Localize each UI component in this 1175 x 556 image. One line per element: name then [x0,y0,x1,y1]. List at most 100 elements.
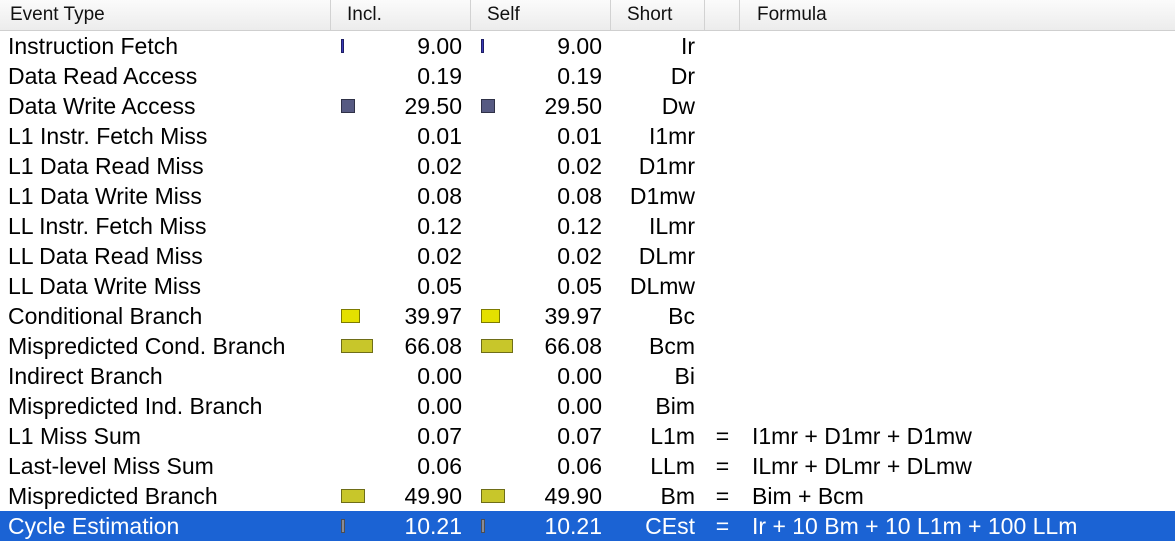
self-value: 0.05 [557,273,602,299]
event-type-name: L1 Instr. Fetch Miss [8,123,208,149]
self-value: 0.02 [557,243,602,269]
table-row[interactable]: Cycle Estimation 10.21 10.21 CEst = Ir + 10 B… [0,511,1175,541]
equals-sign [705,31,740,61]
short-name: L1m [650,423,695,449]
incl-value: 29.50 [404,93,462,119]
table-row[interactable]: Mispredicted Cond. Branch 66.08 66.08 Bcm [0,331,1175,361]
column-header-equals[interactable] [705,0,740,30]
event-type-name: LL Data Read Miss [8,243,203,269]
short-name: Bim [655,393,695,419]
incl-value: 49.90 [404,483,462,509]
table-row[interactable]: Mispredicted Branch 49.90 49.90 Bm = Bim + Bc… [0,481,1175,511]
incl-value: 0.19 [417,63,462,89]
event-type-name: Conditional Branch [8,303,203,329]
event-type-name: Data Read Access [8,63,198,89]
equals-sign [705,301,740,331]
equals-sign: = [715,513,730,539]
self-value: 66.08 [544,333,602,359]
table-row[interactable]: Indirect Branch 0.00 0.00 Bi [0,361,1175,391]
cost-bar [341,519,345,533]
self-value: 0.08 [557,183,602,209]
short-name: D1mw [629,183,695,209]
incl-value: 0.00 [417,393,462,419]
cost-bar [481,519,485,533]
equals-sign [705,151,740,181]
event-type-name: LL Instr. Fetch Miss [8,213,207,239]
incl-value: 0.02 [417,243,462,269]
cost-bar [481,99,495,113]
event-type-table: Event Type Incl. Self Short Formula Inst… [0,0,1175,556]
table-row[interactable]: Data Read Access 0.19 0.19 Dr [0,61,1175,91]
equals-sign [705,181,740,211]
table-header: Event Type Incl. Self Short Formula [0,0,1175,31]
incl-value: 39.97 [404,303,462,329]
self-value: 10.21 [544,513,602,539]
short-name: Dr [670,63,695,89]
equals-sign [705,121,740,151]
table-row[interactable]: L1 Data Read Miss 0.02 0.02 D1mr [0,151,1175,181]
incl-value: 0.05 [417,273,462,299]
table-body: Instruction Fetch 9.00 9.00 Ir Data Read Acc… [0,31,1175,541]
event-type-name: Cycle Estimation [8,513,180,539]
cost-bar [481,339,513,353]
equals-sign: = [715,423,730,449]
column-header-event-type[interactable]: Event Type [0,0,331,30]
self-value: 0.02 [557,153,602,179]
self-value: 9.00 [557,33,602,59]
event-type-name: Last-level Miss Sum [8,453,214,479]
incl-value: 0.00 [417,363,462,389]
incl-value: 66.08 [404,333,462,359]
equals-sign [705,331,740,361]
short-name: I1mr [649,123,695,149]
table-row[interactable]: Instruction Fetch 9.00 9.00 Ir [0,31,1175,61]
event-type-name: Mispredicted Ind. Branch [8,393,263,419]
formula-text: ILmr + DLmr + DLmw [752,453,972,479]
event-type-name: L1 Data Write Miss [8,183,202,209]
table-row[interactable]: L1 Miss Sum 0.07 0.07 L1m = I1mr + D1mr + D1m… [0,421,1175,451]
equals-sign [705,361,740,391]
equals-sign [705,241,740,271]
equals-sign [705,271,740,301]
column-header-short[interactable]: Short [611,0,705,30]
equals-sign: = [715,483,730,509]
short-name: Bc [668,303,695,329]
cost-bar [341,99,355,113]
cost-bar [341,489,365,503]
formula-text: Bim + Bcm [752,483,864,509]
incl-value: 0.12 [417,213,462,239]
event-type-name: Indirect Branch [8,363,163,389]
table-row[interactable]: Conditional Branch 39.97 39.97 Bc [0,301,1175,331]
incl-value: 0.01 [417,123,462,149]
formula-text: I1mr + D1mr + D1mw [752,423,972,449]
column-header-incl[interactable]: Incl. [331,0,471,30]
cost-bar [481,309,500,323]
incl-value: 0.08 [417,183,462,209]
self-value: 0.00 [557,363,602,389]
equals-sign [705,391,740,421]
table-row[interactable]: LL Instr. Fetch Miss 0.12 0.12 ILmr [0,211,1175,241]
self-value: 49.90 [544,483,602,509]
self-value: 29.50 [544,93,602,119]
table-row[interactable]: L1 Data Write Miss 0.08 0.08 D1mw [0,181,1175,211]
self-value: 0.19 [557,63,602,89]
event-type-name: Data Write Access [8,93,196,119]
self-value: 0.07 [557,423,602,449]
table-row[interactable]: Mispredicted Ind. Branch 0.00 0.00 Bim [0,391,1175,421]
event-type-name: L1 Data Read Miss [8,153,204,179]
self-value: 39.97 [544,303,602,329]
table-row[interactable]: LL Data Write Miss 0.05 0.05 DLmw [0,271,1175,301]
self-value: 0.06 [557,453,602,479]
short-name: Bm [660,483,696,509]
incl-value: 0.07 [417,423,462,449]
table-row[interactable]: Last-level Miss Sum 0.06 0.06 LLm = ILmr + DL… [0,451,1175,481]
column-header-formula[interactable]: Formula [740,0,1175,30]
self-value: 0.12 [557,213,602,239]
cost-bar [341,339,373,353]
table-row[interactable]: Data Write Access 29.50 29.50 Dw [0,91,1175,121]
equals-sign [705,211,740,241]
table-row[interactable]: LL Data Read Miss 0.02 0.02 DLmr [0,241,1175,271]
short-name: Ir [680,33,695,59]
table-row[interactable]: L1 Instr. Fetch Miss 0.01 0.01 I1mr [0,121,1175,151]
column-header-self[interactable]: Self [471,0,611,30]
short-name: Bi [674,363,695,389]
